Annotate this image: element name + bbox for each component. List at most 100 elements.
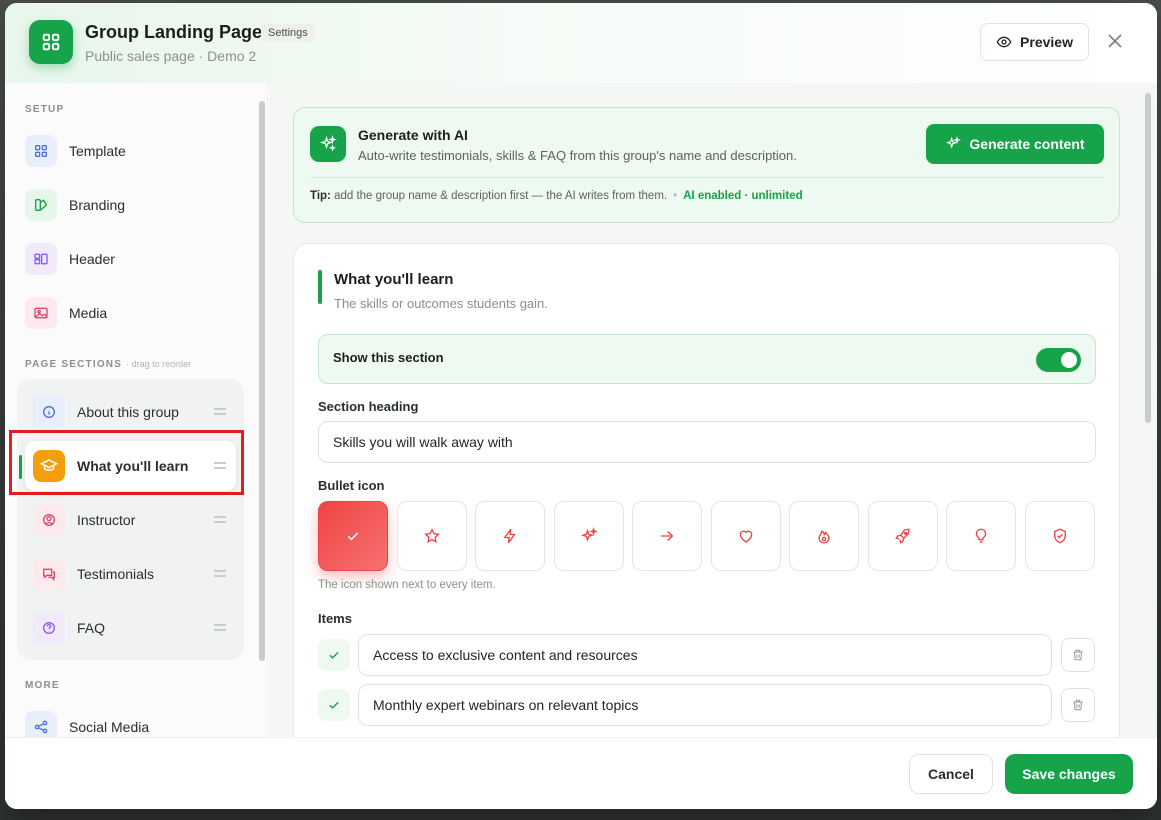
tip-label: Tip: [310, 190, 331, 202]
user-icon [33, 504, 65, 536]
section-item-testimonials[interactable]: Testimonials [25, 549, 236, 599]
show-section-toggle[interactable] [1036, 348, 1081, 372]
sidebar-scrollbar[interactable] [258, 91, 265, 731]
bullet-option-sparkle[interactable] [554, 501, 624, 571]
drag-handle-icon[interactable] [214, 624, 226, 631]
modal-header: Group Landing Page Settings Public sales… [5, 3, 1157, 83]
chat-icon [33, 558, 65, 590]
sidebar-item-label: Branding [69, 197, 126, 213]
trash-icon[interactable] [1061, 688, 1095, 722]
info-icon [33, 396, 65, 428]
items-label: Items [318, 611, 352, 626]
bullet-option-arrow[interactable] [632, 501, 702, 571]
section-heading-input[interactable] [318, 421, 1096, 463]
sparkle-icon [310, 126, 346, 162]
section-heading-label: Section heading [318, 399, 419, 414]
bullet-option-shield[interactable] [1025, 501, 1095, 571]
separator-dot: • [673, 190, 678, 202]
bullet-option-lightbulb[interactable] [946, 501, 1016, 571]
sidebar: SETUP Template Branding Header Media PAG… [5, 83, 268, 737]
grid-icon [25, 135, 57, 167]
bullet-option-rocket[interactable] [868, 501, 938, 571]
check-icon [318, 689, 350, 721]
layout-icon [25, 243, 57, 275]
page-sections-list: About this group What you'll learn Instr… [17, 379, 244, 660]
drag-handle-icon[interactable] [214, 408, 226, 415]
setup-label: SETUP [25, 104, 65, 115]
arrow-right-icon [661, 531, 674, 541]
close-icon[interactable] [1105, 31, 1125, 51]
sidebar-item-template[interactable]: Template [25, 134, 126, 168]
check-icon [347, 532, 359, 541]
show-section-label: Show this section [333, 350, 444, 365]
bullet-option-flame[interactable] [789, 501, 859, 571]
palette-icon [25, 189, 57, 221]
flame-icon [818, 529, 830, 544]
section-item-label: About this group [77, 404, 179, 420]
sidebar-item-label: Template [69, 143, 126, 159]
ai-tip: Tip: add the group name & description fi… [310, 190, 803, 202]
sidebar-item-label: Social Media [69, 719, 150, 735]
settings-modal: Group Landing Page Settings Public sales… [5, 3, 1157, 809]
preview-button[interactable]: Preview [980, 23, 1089, 61]
bullet-icon-hint: The icon shown next to every item. [318, 579, 496, 591]
section-item-label: Instructor [77, 512, 136, 528]
heart-icon [739, 530, 753, 543]
tip-text: add the group name & description first —… [334, 190, 668, 202]
item-input[interactable] [358, 634, 1052, 676]
page-subtitle: Public sales page · Demo 2 [85, 48, 257, 64]
lightbulb-icon [975, 528, 987, 543]
ai-title: Generate with AI [358, 127, 468, 143]
save-changes-button[interactable]: Save changes [1005, 754, 1133, 794]
sidebar-item-header[interactable]: Header [25, 242, 115, 276]
preview-label: Preview [1020, 34, 1073, 50]
bolt-icon [503, 528, 516, 544]
item-input[interactable] [358, 684, 1052, 726]
drag-handle-icon[interactable] [214, 516, 226, 523]
sidebar-item-media[interactable]: Media [25, 296, 107, 330]
shield-check-icon [1054, 528, 1066, 544]
sparkle-icon [580, 527, 598, 542]
ai-divider [310, 177, 1104, 178]
settings-badge: Settings [261, 24, 315, 42]
section-title: What you'll learn [334, 271, 454, 288]
bullet-option-check[interactable] [318, 501, 388, 571]
bullet-icon-picker [318, 501, 1096, 571]
eye-icon [996, 36, 1012, 48]
section-item-instructor[interactable]: Instructor [25, 495, 236, 545]
ai-generate-card: Generate with AI Auto-write testimonials… [293, 107, 1120, 223]
rocket-icon [895, 528, 910, 544]
section-editor-card: What you'll learn The skills or outcomes… [293, 243, 1120, 737]
list-item [318, 684, 1096, 726]
check-icon [318, 639, 350, 671]
sidebar-item-branding[interactable]: Branding [25, 188, 125, 222]
bullet-option-bolt[interactable] [475, 501, 545, 571]
page-sections-title: PAGE SECTIONS [25, 359, 123, 370]
bullet-option-heart[interactable] [711, 501, 781, 571]
star-icon [424, 528, 440, 543]
grid-icon [29, 20, 73, 64]
bullet-icon-label: Bullet icon [318, 478, 385, 493]
trash-icon[interactable] [1061, 638, 1095, 672]
drag-handle-icon[interactable] [214, 570, 226, 577]
cancel-button[interactable]: Cancel [909, 754, 993, 794]
sparkle-icon [946, 136, 962, 149]
modal-footer: Cancel Save changes [5, 737, 1157, 809]
main-scrollbar[interactable] [1145, 93, 1151, 423]
generate-content-button[interactable]: Generate content [926, 124, 1104, 164]
sidebar-item-label: Header [69, 251, 115, 267]
question-icon [33, 612, 65, 644]
ai-status: AI enabled · unlimited [683, 190, 803, 202]
page-sections-label: PAGE SECTIONS · drag to reorder [25, 359, 191, 370]
sidebar-item-social-media[interactable]: Social Media [25, 710, 149, 737]
ai-description: Auto-write testimonials, skills & FAQ fr… [358, 148, 797, 163]
bullet-option-star[interactable] [397, 501, 467, 571]
sidebar-scroll-thumb[interactable] [259, 101, 265, 661]
main-panel: Generate with AI Auto-write testimonials… [269, 83, 1157, 737]
section-subtitle: The skills or outcomes students gain. [334, 296, 548, 311]
section-item-label: Testimonials [77, 566, 155, 582]
section-item-faq[interactable]: FAQ [25, 603, 236, 653]
drag-hint: · drag to reorder [126, 359, 192, 369]
card-accent-bar [318, 270, 322, 304]
page-title: Group Landing Page [85, 22, 263, 42]
